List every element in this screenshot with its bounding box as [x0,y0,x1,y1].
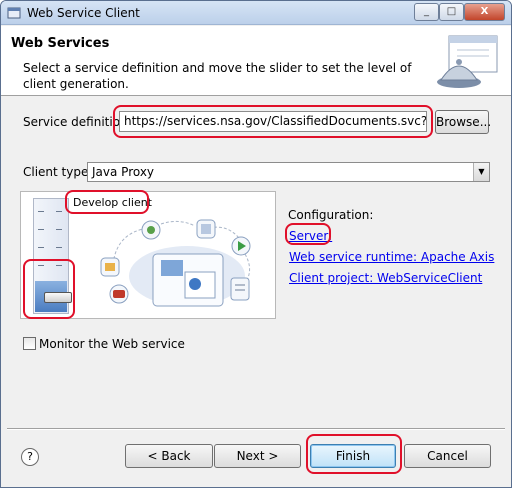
minimize-button[interactable]: _ [414,3,439,21]
client-type-select[interactable]: Java Proxy ▼ [87,162,490,182]
browse-button[interactable]: Browse... [435,110,491,134]
highlight-server-link [285,223,331,245]
client-type-label: Client type: [23,165,93,179]
service-bell-icon [437,35,498,88]
back-button[interactable]: < Back [125,444,213,468]
slider-tick [56,211,62,212]
help-icon[interactable]: ? [21,448,39,466]
highlight-slider [23,259,75,319]
configuration-heading: Configuration: [288,208,374,222]
slider-tick [38,247,44,248]
highlight-develop-client [65,190,149,214]
client-type-value: Java Proxy [92,165,155,179]
page-title: Web Services [11,36,110,51]
maximize-button[interactable]: □ [439,3,464,21]
web-service-runtime-link[interactable]: Web service runtime: Apache Axis [289,250,494,264]
slider-tick [56,229,62,230]
footer-separator [7,428,505,430]
app-icon [7,7,21,19]
client-project-link[interactable]: Client project: WebServiceClient [289,271,482,285]
title-bar[interactable]: Web Service Client _ □ X [1,1,511,25]
slider-tick [38,211,44,212]
slider-tick [38,229,44,230]
wizard-header: Web Services Select a service definition… [1,26,511,96]
monitor-checkbox[interactable] [23,337,36,350]
window-title: Web Service Client [27,6,140,20]
chevron-down-icon: ▼ [473,163,489,181]
cancel-button[interactable]: Cancel [404,444,491,468]
next-button[interactable]: Next > [214,444,301,468]
client-generation-diagram [100,219,251,307]
page-description: Select a service definition and move the… [23,61,412,91]
highlight-service-definition [113,105,433,138]
close-button[interactable]: X [464,3,505,21]
web-service-client-window: Web Service Client _ □ X Web Services Se… [0,0,512,488]
highlight-finish-button [306,434,402,474]
slider-tick [56,247,62,248]
monitor-label[interactable]: Monitor the Web service [39,337,185,351]
